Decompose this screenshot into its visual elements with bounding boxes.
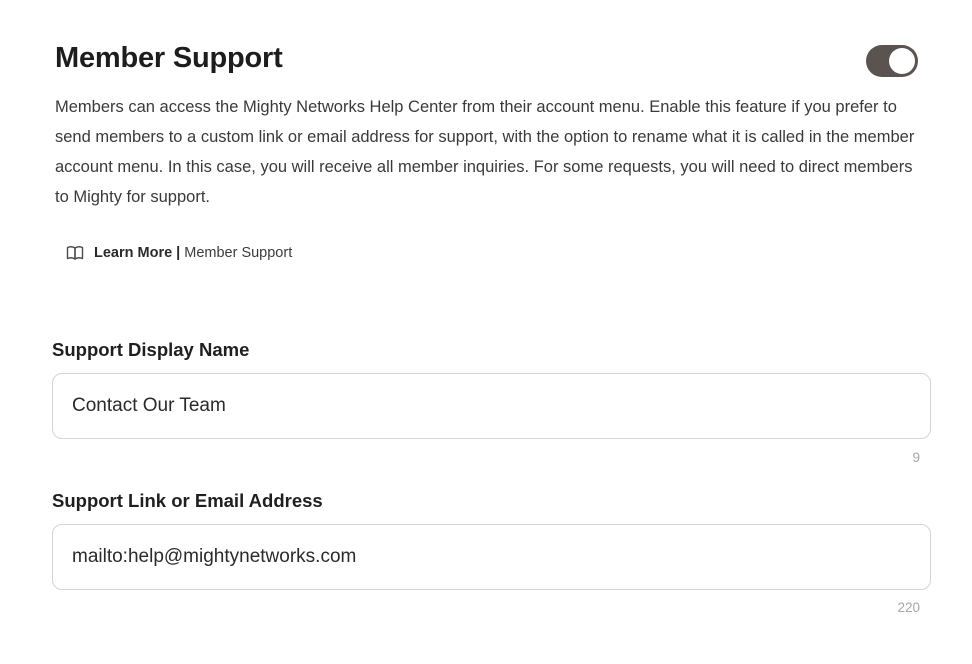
book-icon [66, 245, 84, 261]
learn-more-link[interactable]: Learn More | Member Support [66, 245, 292, 261]
toggle-knob [889, 48, 915, 74]
display-name-char-counter: 9 [912, 450, 920, 465]
member-support-section: Member Support Members can access the Mi… [0, 0, 972, 664]
section-title: Member Support [55, 42, 283, 74]
member-support-toggle[interactable] [866, 45, 918, 77]
learn-more-topic: Member Support [184, 245, 293, 261]
learn-more-label: Learn More [94, 245, 173, 261]
display-name-input[interactable] [52, 373, 931, 439]
section-description: Members can access the Mighty Networks H… [55, 98, 915, 206]
display-name-label: Support Display Name [52, 339, 250, 360]
learn-more-separator: | [176, 245, 181, 261]
support-link-label: Support Link or Email Address [52, 490, 323, 511]
support-link-char-counter: 220 [897, 600, 920, 615]
support-link-input[interactable] [52, 524, 931, 590]
